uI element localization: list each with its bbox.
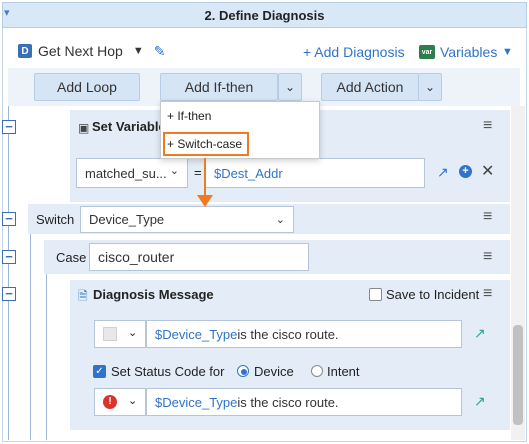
menu-item-if-then[interactable]: + If-then xyxy=(167,109,211,123)
message-variable: $Device_Type xyxy=(155,326,238,342)
variables-chevron-icon[interactable]: ▼ xyxy=(502,46,513,58)
set-status-code-label: Set Status Code for xyxy=(111,364,225,379)
status-blank-icon xyxy=(103,327,117,341)
add-action-button[interactable]: Add Action xyxy=(321,73,419,101)
set-status-code-checkbox[interactable]: ✓ xyxy=(93,365,106,378)
variables-button[interactable]: Variables xyxy=(440,44,497,60)
document-icon: 🗎 xyxy=(78,289,88,303)
add-if-then-dropdown[interactable]: ⌄ xyxy=(278,73,302,101)
variable-select-value: matched_su... xyxy=(85,165,167,181)
pencil-icon[interactable]: ✎ xyxy=(154,43,166,60)
chevron-down-icon: ⌄ xyxy=(128,395,138,407)
error-icon: ! xyxy=(103,395,117,409)
open-external-icon[interactable]: ↗ xyxy=(437,164,449,181)
add-loop-button[interactable]: Add Loop xyxy=(34,73,140,101)
add-if-then-menu: + If-then + Switch-case xyxy=(160,101,320,159)
hop-title: Get Next Hop xyxy=(38,43,123,59)
status-select[interactable]: ! ⌄ xyxy=(94,388,146,416)
add-circle-icon[interactable]: + xyxy=(459,165,472,178)
variable-expression-input[interactable]: $Dest_Addr xyxy=(205,158,425,188)
switch-select-value: Device_Type xyxy=(89,212,165,227)
close-icon[interactable]: ✕ xyxy=(481,161,494,181)
add-if-then-button[interactable]: Add If-then xyxy=(160,73,278,101)
switch-label: Switch xyxy=(36,212,75,227)
add-diagnosis-button[interactable]: + Add Diagnosis xyxy=(303,44,405,60)
variable-select[interactable]: matched_su... ⌄ xyxy=(76,158,188,188)
case-value-input[interactable]: cisco_router xyxy=(89,243,309,271)
collapse-case-icon[interactable]: − xyxy=(2,250,16,264)
menu-item-switch-case[interactable]: + Switch-case xyxy=(167,137,242,151)
message-text: is the cisco route. xyxy=(237,326,339,342)
set-variable-label: Set Variable xyxy=(92,119,166,134)
collapse-arrow-icon[interactable]: ▾ xyxy=(4,6,10,19)
save-to-incident-checkbox[interactable] xyxy=(369,288,382,301)
device-radio[interactable] xyxy=(237,365,249,377)
open-external-icon[interactable]: ↗ xyxy=(474,393,486,410)
intent-radio-label: Intent xyxy=(327,364,360,379)
case-value: cisco_router xyxy=(98,249,175,265)
tree-line xyxy=(30,230,31,440)
message-variable: $Device_Type xyxy=(155,394,238,410)
intent-radio[interactable] xyxy=(311,365,323,377)
tree-line xyxy=(8,106,9,440)
chevron-down-icon[interactable]: ▼ xyxy=(133,45,144,57)
chevron-down-icon: ⌄ xyxy=(128,327,138,339)
device-radio-label: Device xyxy=(254,364,294,379)
set-variable-menu-icon[interactable]: ≡ xyxy=(483,117,492,135)
annotation-arrow-line xyxy=(204,158,206,198)
equals-sign: = xyxy=(194,165,202,180)
collapse-switch-icon[interactable]: − xyxy=(2,212,16,226)
panel-title-bar[interactable]: 2. Define Diagnosis xyxy=(2,2,527,28)
chevron-down-icon: ⌄ xyxy=(169,165,179,177)
annotation-arrow-head xyxy=(197,195,213,207)
add-action-dropdown[interactable]: ⌄ xyxy=(418,73,442,101)
message-input[interactable]: $Device_Type is the cisco route. xyxy=(146,388,462,416)
hop-header: D Get Next Hop ▼ ✎ + Add Diagnosis var V… xyxy=(8,36,520,66)
switch-menu-icon[interactable]: ≡ xyxy=(483,208,492,226)
switch-select[interactable]: Device_Type ⌄ xyxy=(80,206,294,233)
message-input[interactable]: $Device_Type is the cisco route. xyxy=(146,320,462,348)
panel-title: 2. Define Diagnosis xyxy=(204,7,325,23)
variables-icon: var xyxy=(419,45,435,59)
status-select[interactable]: ⌄ xyxy=(94,320,146,348)
case-label: Case xyxy=(56,250,87,265)
chevron-down-icon: ⌄ xyxy=(275,214,285,226)
expression-value: $Dest_Addr xyxy=(214,165,283,181)
collapse-set-variable-icon[interactable]: − xyxy=(2,120,16,134)
collapse-diagnosis-message-icon[interactable]: − xyxy=(2,287,16,301)
tree-line xyxy=(46,270,47,440)
diagnosis-badge-icon: D xyxy=(18,44,32,58)
save-to-incident-label: Save to Incident xyxy=(386,287,480,302)
diagnosis-message-title: Diagnosis Message xyxy=(93,287,214,302)
case-menu-icon[interactable]: ≡ xyxy=(483,248,492,266)
set-variable-icon: ▣ xyxy=(78,121,90,135)
message-text: is the cisco route. xyxy=(237,394,339,410)
diagnosis-message-menu-icon[interactable]: ≡ xyxy=(483,285,492,303)
scrollbar-thumb[interactable] xyxy=(513,325,523,425)
open-external-icon[interactable]: ↗ xyxy=(474,325,486,342)
